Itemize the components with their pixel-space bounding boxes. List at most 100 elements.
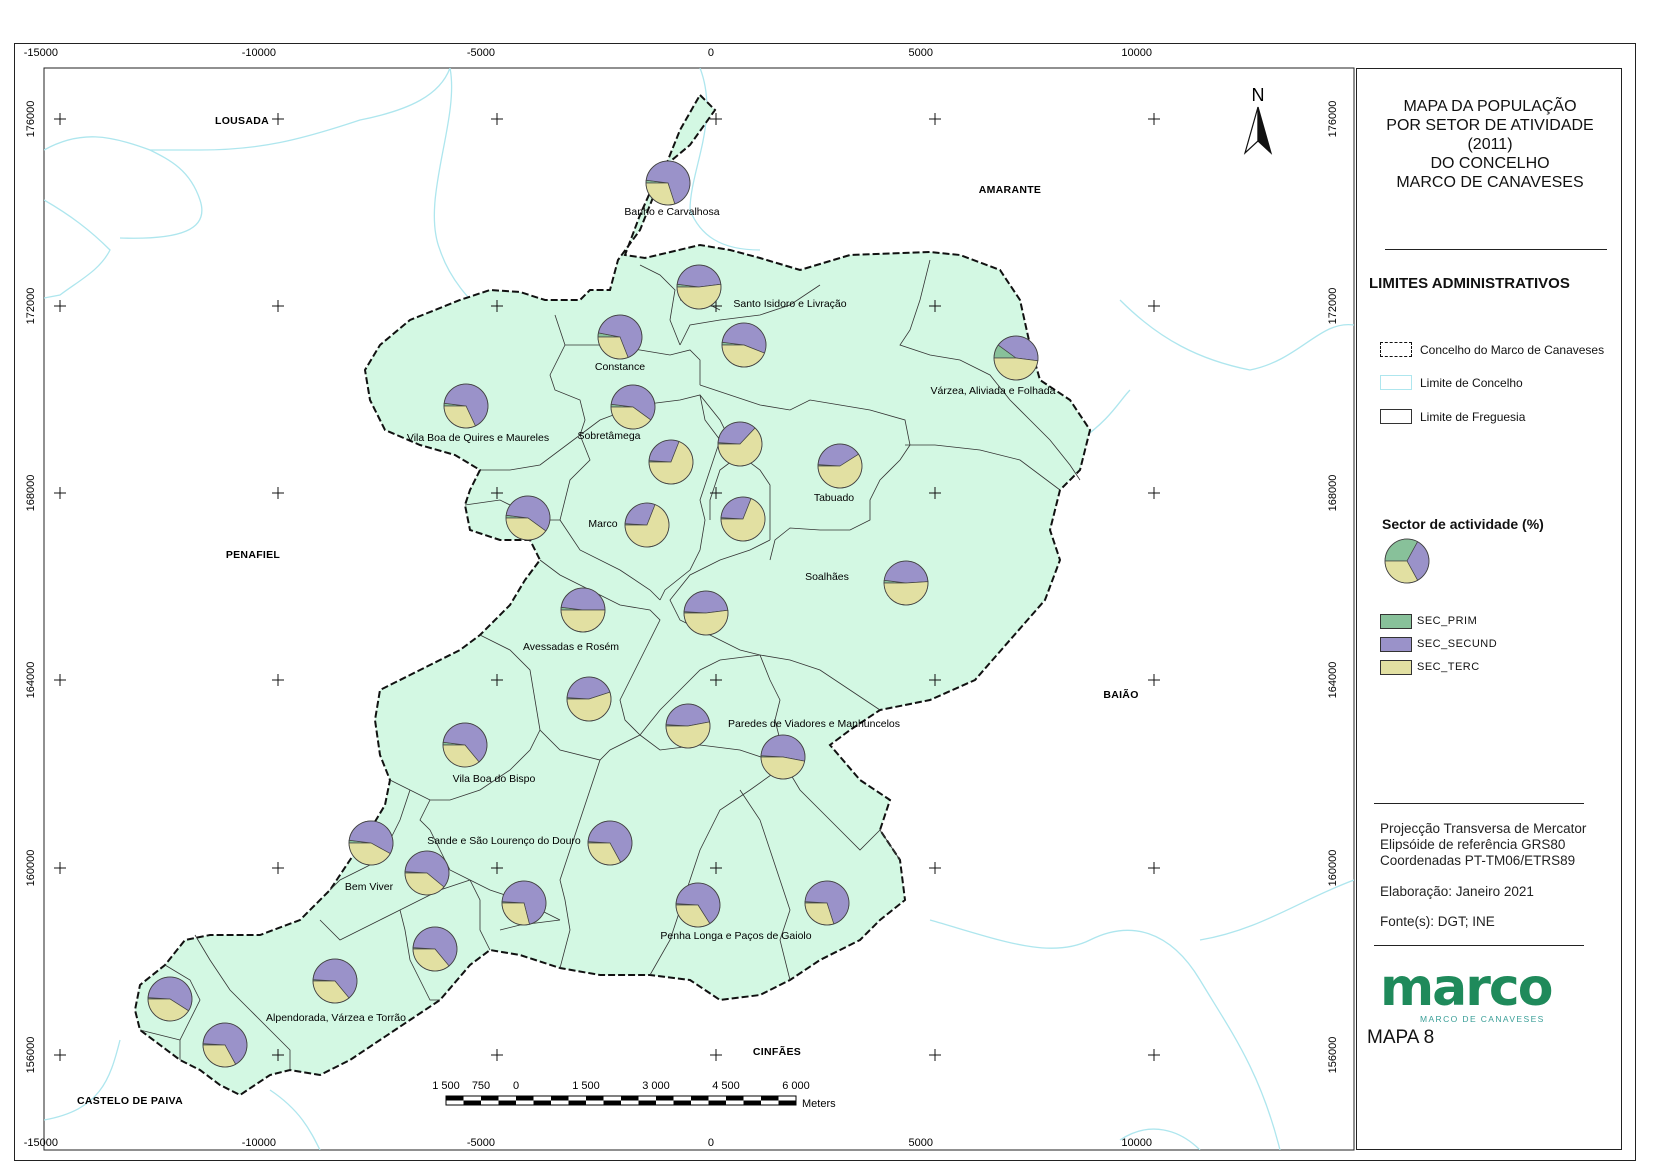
parish-label: Santo Isidoro e Livração [733,298,846,310]
concelho-marco-swatch [1380,342,1412,357]
title-line-5: MARCO DE CANAVESES [1396,174,1584,191]
y-tick-label: 164000 [1327,662,1339,699]
x-tick-label: -5000 [467,47,495,59]
pie-chart [404,850,450,896]
x-tick-label: 5000 [909,47,933,59]
pie-chart [587,820,633,866]
y-tick-label: 156000 [25,1037,37,1074]
limite-freguesia-swatch [1380,409,1412,424]
sample-pie [1384,538,1430,584]
title-line-1: MAPA DA POPULAÇÃO [1403,98,1577,115]
projection-line-2: Elipsóide de referência GRS80 [1380,837,1566,852]
x-tick-label: -10000 [242,47,276,59]
pie-chart [501,880,547,926]
divider [1385,249,1607,250]
pie-chart [760,734,806,780]
y-tick-label: 160000 [1327,850,1339,887]
logo-subtitle: MARCO DE CANAVESES [1420,1014,1545,1024]
parish-label: Alpendorada, Várzea e Torrão [266,1012,406,1024]
parish-label: Sande e São Lourenço do Douro [427,835,581,847]
scale-label: 1 500 [572,1080,600,1092]
y-tick-label: 160000 [25,850,37,887]
data-sources: Fonte(s): DGT; INE [1380,914,1495,929]
pie-chart [804,880,850,926]
scale-unit: Meters [802,1098,836,1110]
pie-chart [442,722,488,768]
pie-chart [312,958,358,1004]
title-line-3: (2011) [1467,136,1513,153]
pie-chart [717,421,763,467]
scale-label: 3 000 [642,1080,670,1092]
parish-label: Constance [595,361,645,373]
x-tick-label: 0 [708,1137,714,1149]
y-tick-label: 164000 [25,662,37,699]
title-line-2: POR SETOR DE ATIVIDADE [1386,117,1594,134]
y-tick-label: 168000 [1327,475,1339,512]
neighbour-label: LOUSADA [215,115,269,127]
neighbour-label: PENAFIEL [226,549,281,561]
parish-label: Avessadas e Rosém [523,641,619,653]
y-tick-label: 176000 [25,101,37,138]
x-tick-label: -15000 [24,47,58,59]
pie-chart [675,882,721,928]
x-tick-label: 0 [708,47,714,59]
pie-chart [560,587,606,633]
divider [1374,803,1584,804]
pie-chart [610,384,656,430]
neighbour-label: BAIÃO [1103,688,1138,701]
y-tick-label: 156000 [1327,1037,1339,1074]
scale-label: 0 [513,1080,519,1092]
pie-chart [883,560,929,606]
pie-chart [993,335,1039,381]
x-tick-label: 10000 [1121,47,1152,59]
limite-freguesia-label: Limite de Freguesia [1420,410,1526,424]
x-tick-label: -5000 [467,1137,495,1149]
pie-chart [597,314,643,360]
parish-label: Vila Boa de Quires e Maureles [407,432,549,444]
sector-label: SEC_PRIM [1417,615,1478,627]
parish-label: Soalhães [805,571,849,583]
y-tick-label: 172000 [1327,288,1339,325]
parish-label: Marco [588,518,617,530]
neighbour-label: CASTELO DE PAIVA [77,1095,183,1107]
sector-label: SEC_SECUND [1417,638,1498,650]
parish-label: Paredes de Viadores e Manhuncelos [728,718,900,730]
sector-sample-pie [1384,538,1430,584]
pie-chart [412,926,458,972]
limite-concelho-label: Limite de Concelho [1420,376,1523,390]
pie-chart [645,160,691,206]
x-tick-label: -15000 [24,1137,58,1149]
elaboration-date: Elaboração: Janeiro 2021 [1380,884,1534,899]
pie-chart [676,264,722,310]
legend-panel: MAPA DA POPULAÇÃO POR SETOR DE ATIVIDADE… [1356,68,1622,1150]
y-tick-label: 172000 [25,288,37,325]
map-title: MAPA DA POPULAÇÃO POR SETOR DE ATIVIDADE… [1357,97,1623,192]
pie-chart [443,383,489,429]
admin-heading: LIMITES ADMINISTRATIVOS [1369,275,1570,292]
scale-label: 4 500 [712,1080,740,1092]
projection-block: Projecção Transversa de Mercator Elipsói… [1380,821,1586,869]
x-tick-label: 10000 [1121,1137,1152,1149]
pie-chart [665,703,711,749]
y-tick-label: 168000 [25,475,37,512]
title-line-4: DO CONCELHO [1430,155,1550,172]
pie-chart [683,590,729,636]
logo-word: marco [1380,958,1553,1018]
divider [1374,945,1584,946]
scale-label: 1 500 [432,1080,460,1092]
pie-chart [348,820,394,866]
neighbour-label: AMARANTE [979,184,1041,196]
parish-label: Sobretâmega [577,430,640,442]
scale-label: 750 [472,1080,490,1092]
pie-chart [720,496,766,542]
scale-label: 6 000 [782,1080,810,1092]
concelho-marco-label: Concelho do Marco de Canaveses [1420,343,1605,357]
marco-logo: marco MARCO DE CANAVESES [1380,962,1600,1032]
parish-label: Penha Longa e Paços de Gaiolo [660,930,811,942]
sector-label: SEC_TERC [1417,661,1480,673]
sector-swatch [1380,660,1412,675]
map-number: MAPA 8 [1367,1027,1435,1048]
pie-chart [566,676,612,722]
pie-chart [202,1022,248,1068]
pie-chart [721,322,767,368]
